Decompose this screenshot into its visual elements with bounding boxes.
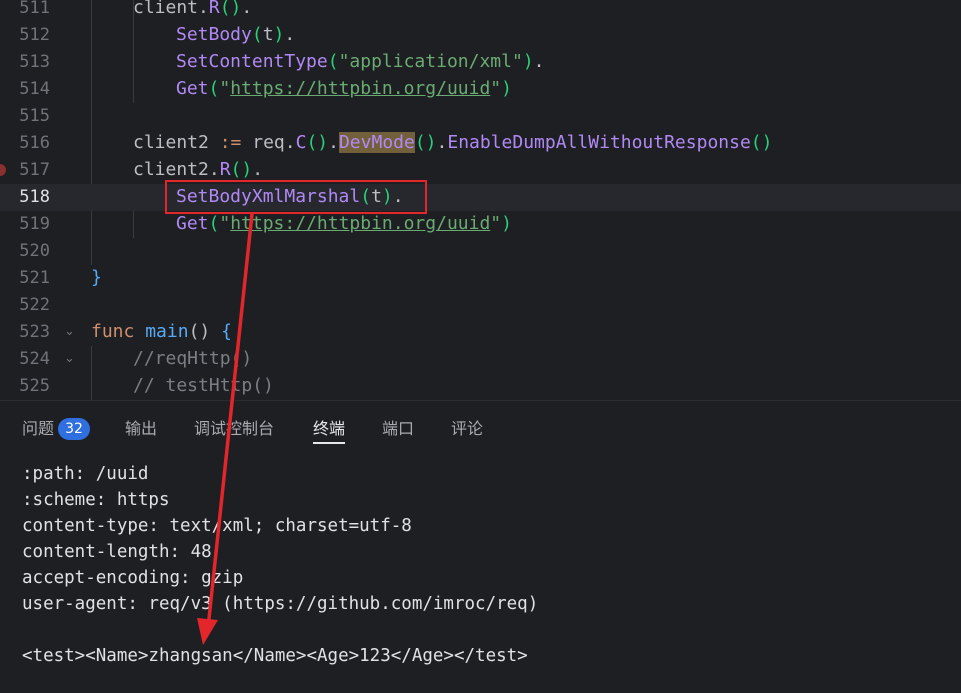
line-number: 524 [19, 349, 50, 369]
code-text: client2.R(). [133, 159, 264, 180]
tab-ports[interactable]: 端口 [382, 415, 414, 445]
code-line[interactable]: 523 ⌄ func main() { [0, 319, 961, 346]
code-text: Get("https://httpbin.org/uuid") [176, 78, 512, 99]
code-line[interactable]: 521 } [0, 265, 961, 292]
terminal-line: :scheme: https [22, 490, 170, 510]
terminal-line: <test><Name>zhangsan</Name><Age>123</Age… [22, 646, 528, 666]
code-text: func main() { [91, 321, 232, 342]
line-number: 517 [19, 160, 50, 180]
line-number: 522 [19, 295, 50, 315]
line-number: 520 [19, 241, 50, 261]
code-line[interactable]: 516 client2 := req.C().DevMode().EnableD… [0, 130, 961, 157]
line-number: 514 [19, 79, 50, 99]
chevron-down-icon[interactable]: ⌄ [64, 324, 75, 339]
line-number: 525 [19, 376, 50, 396]
line-number: 512 [19, 25, 50, 45]
code-editor[interactable]: 511 client.R(). 512 SetBody(t). 513 SetC… [0, 0, 961, 400]
tab-problems[interactable]: 问题 32 [22, 415, 91, 445]
line-number: 513 [19, 52, 50, 72]
terminal-line: user-agent: req/v3 (https://github.com/i… [22, 594, 539, 614]
code-text: Get("https://httpbin.org/uuid") [176, 213, 512, 234]
code-line[interactable]: 512 SetBody(t). [0, 22, 961, 49]
chevron-down-icon[interactable]: ⌄ [64, 351, 75, 366]
terminal-line: content-length: 48 [22, 542, 212, 562]
line-number: 516 [19, 133, 50, 153]
line-number: 519 [19, 214, 50, 234]
code-text: } [91, 267, 102, 288]
url-link[interactable]: https://httpbin.org/uuid [230, 78, 490, 99]
problems-count-badge: 32 [58, 418, 91, 440]
code-line[interactable]: 519 Get("https://httpbin.org/uuid") [0, 211, 961, 238]
highlight-box [165, 180, 427, 214]
line-number: 523 [19, 322, 50, 342]
code-line[interactable]: 515 [0, 103, 961, 130]
code-line[interactable]: 511 client.R(). [0, 0, 961, 22]
tab-terminal[interactable]: 终端 [313, 415, 346, 445]
terminal-line: accept-encoding: gzip [22, 568, 244, 588]
line-number: 521 [19, 268, 50, 288]
code-line[interactable]: 525 // testHttp() [0, 373, 961, 400]
comment-text: //reqHttp() [133, 348, 253, 369]
code-line-current[interactable]: 518 SetBodyXmlMarshal(t). [0, 184, 961, 211]
code-line[interactable]: 513 SetContentType("application/xml"). [0, 49, 961, 76]
bottom-panel: 问题 32 输出 调试控制台 终端 端口 评论 :path: /uuid :sch… [0, 400, 961, 693]
tab-debug-console[interactable]: 调试控制台 [194, 415, 274, 445]
code-text: SetBody(t). [176, 24, 296, 45]
tab-comments[interactable]: 评论 [451, 415, 483, 445]
code-line[interactable]: 514 Get("https://httpbin.org/uuid") [0, 76, 961, 103]
code-line[interactable]: 517 client2.R(). [0, 157, 961, 184]
line-number: 515 [19, 106, 50, 126]
code-line[interactable]: 522 [0, 292, 961, 319]
code-text: SetContentType("application/xml"). [176, 51, 545, 72]
tab-output[interactable]: 输出 [125, 415, 157, 445]
code-text: client.R(). [133, 0, 253, 18]
terminal-line: content-type: text/xml; charset=utf-8 [22, 516, 412, 536]
line-number: 511 [19, 0, 50, 18]
code-line[interactable]: 520 [0, 238, 961, 265]
comment-text: // testHttp() [133, 375, 274, 396]
terminal-line: :path: /uuid [22, 464, 149, 484]
code-text: client2 := req.C().DevMode().EnableDumpA… [133, 132, 773, 153]
url-link[interactable]: https://httpbin.org/uuid [230, 213, 490, 234]
line-number: 518 [19, 187, 50, 207]
code-line[interactable]: 524 ⌄ //reqHttp() [0, 346, 961, 373]
